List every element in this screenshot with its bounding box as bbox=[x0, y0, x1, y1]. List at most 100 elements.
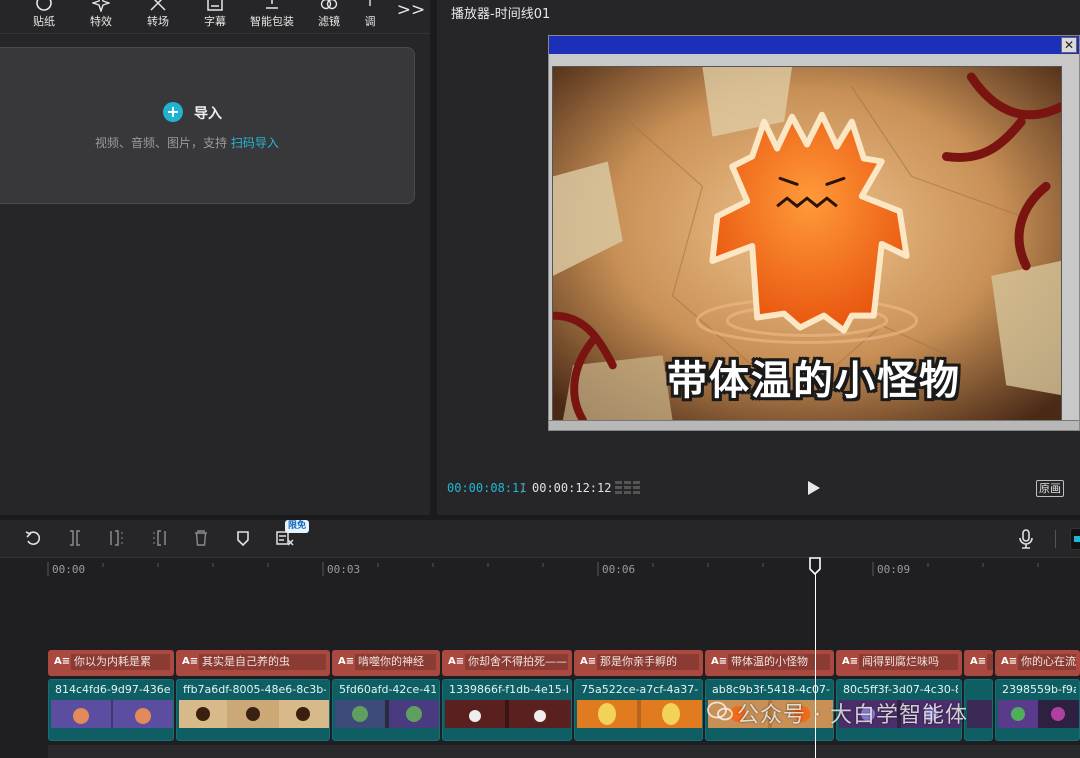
toggle-indicator-icon bbox=[1074, 536, 1080, 542]
video-clip[interactable] bbox=[964, 679, 993, 741]
asset-toolbar: 贴纸 特效 转场 字幕 智能包装 滤镜 调 >> bbox=[0, 0, 430, 34]
video-window-titlebar bbox=[549, 36, 1079, 54]
timeline-scrollbar[interactable] bbox=[48, 745, 1080, 758]
trim-left-icon[interactable] bbox=[109, 530, 125, 546]
tool-sticker[interactable]: 贴纸 bbox=[19, 0, 69, 34]
text-clip-label: 闻得到腐烂味吗 bbox=[859, 654, 958, 670]
text-clip[interactable]: A≡ 闻得到腐烂味吗 bbox=[836, 650, 962, 676]
text-clip-label: 其实是自己养的虫 bbox=[199, 654, 326, 670]
video-preview[interactable]: ✕ 带体温的小怪物 bbox=[548, 35, 1080, 431]
video-clip-thumbnails bbox=[998, 700, 1079, 728]
text-clip-label: 那是你亲手孵的 bbox=[597, 654, 699, 670]
video-clip-thumbnails bbox=[445, 700, 571, 728]
video-clip[interactable]: 2398559b-f9ac-4c0 bbox=[995, 679, 1080, 741]
video-clip-name: ffb7a6df-8005-48e6-8c3b- bbox=[183, 683, 326, 696]
import-hint-text: 视频、音频、图片，支持 bbox=[95, 136, 228, 150]
import-title[interactable]: 导入 bbox=[194, 103, 222, 123]
text-clip-label bbox=[987, 654, 993, 670]
scan-import-link[interactable]: 扫码导入 bbox=[231, 136, 279, 150]
sticker-icon bbox=[36, 0, 52, 11]
timeline-linkage-toggle[interactable] bbox=[1070, 528, 1080, 550]
timeline-ruler[interactable]: 00:00 00:03 00:06 00:09 bbox=[0, 558, 1080, 580]
text-clip-icon: A≡ bbox=[448, 656, 465, 667]
subtitle-icon bbox=[207, 0, 223, 11]
tool-sticker-label: 贴纸 bbox=[33, 15, 55, 28]
tool-smart-package-label: 智能包装 bbox=[250, 15, 294, 28]
free-badge: 限免 bbox=[285, 520, 310, 533]
tool-adjust-label: 调 bbox=[364, 15, 376, 28]
playhead-line[interactable] bbox=[815, 568, 816, 758]
effects-icon bbox=[92, 0, 110, 12]
video-clip-thumbnails bbox=[967, 700, 992, 728]
video-clip-name: 814c4fd6-9d97-436e- bbox=[55, 683, 170, 696]
current-time: 00:00:08:11 bbox=[447, 481, 527, 495]
video-clip-name: 2398559b-f9ac-4c0 bbox=[1002, 683, 1076, 696]
video-clip[interactable]: ffb7a6df-8005-48e6-8c3b- bbox=[176, 679, 330, 741]
import-hint: 视频、音频、图片，支持 扫码导入 bbox=[95, 134, 279, 151]
video-clip-name: 1339866f-f1db-4e15-b bbox=[449, 683, 568, 696]
import-dropzone[interactable]: + 导入 视频、音频、图片，支持 扫码导入 bbox=[0, 47, 415, 204]
undo-icon[interactable] bbox=[25, 530, 41, 546]
video-clip[interactable]: 814c4fd6-9d97-436e- bbox=[48, 679, 174, 741]
waveform-grid-icon[interactable] bbox=[615, 480, 641, 496]
text-clip[interactable]: A≡ bbox=[964, 650, 993, 676]
video-clip-name: 5fd60afd-42ce-41 bbox=[339, 683, 436, 696]
text-clip[interactable]: A≡ 啃噬你的神经 bbox=[332, 650, 440, 676]
play-icon[interactable] bbox=[807, 480, 821, 496]
filter-icon bbox=[320, 0, 338, 10]
ruler-label: 00:03 bbox=[327, 563, 361, 576]
tool-adjust[interactable]: 调 bbox=[355, 0, 385, 34]
text-clip[interactable]: A≡ 你的心在流 bbox=[995, 650, 1080, 676]
video-clip[interactable]: 75a522ce-a7cf-4a37-8 bbox=[574, 679, 703, 741]
tool-effects[interactable]: 特效 bbox=[76, 0, 126, 34]
tool-smart-package[interactable]: 智能包装 bbox=[247, 0, 297, 34]
video-editor: 贴纸 特效 转场 字幕 智能包装 滤镜 调 >> + 导入 视频、音频、图片，支… bbox=[0, 0, 1080, 758]
wechat-icon bbox=[707, 701, 733, 721]
more-tools-button[interactable]: >> bbox=[396, 0, 426, 22]
video-caption: 带体温的小怪物 bbox=[667, 358, 961, 404]
ruler-label: 00:09 bbox=[877, 563, 911, 576]
time-separator: / bbox=[521, 481, 526, 495]
text-clip[interactable]: A≡ 那是你亲手孵的 bbox=[574, 650, 703, 676]
tool-subtitle-label: 字幕 bbox=[204, 15, 226, 28]
split-icon[interactable] bbox=[67, 530, 83, 546]
player-title: 播放器-时间线01 bbox=[451, 7, 551, 22]
toolbar-divider bbox=[1055, 530, 1056, 548]
adjust-icon bbox=[369, 0, 371, 6]
video-clip-name: 75a522ce-a7cf-4a37-8 bbox=[581, 683, 699, 696]
video-clip-name: 80c5ff3f-3d07-4c30-8 bbox=[843, 683, 958, 696]
playhead-handle-icon[interactable] bbox=[808, 557, 822, 575]
ratio-button[interactable]: 原画 bbox=[1036, 480, 1064, 497]
ruler-label: 00:00 bbox=[52, 563, 86, 576]
text-clip-label: 你的心在流 bbox=[1018, 654, 1076, 670]
text-clip-icon: A≡ bbox=[970, 656, 987, 667]
tool-filter-label: 滤镜 bbox=[318, 15, 340, 28]
text-clip-icon: A≡ bbox=[711, 656, 728, 667]
text-clip[interactable]: A≡ 你却舍不得拍死—— bbox=[442, 650, 572, 676]
plus-icon[interactable]: + bbox=[163, 102, 183, 122]
player-panel: 播放器-时间线01 ✕ 带体温的小怪物 00:00:08:11 / 00:00:… bbox=[437, 0, 1080, 515]
trim-right-icon[interactable] bbox=[151, 530, 167, 546]
text-clip-icon: A≡ bbox=[182, 656, 199, 667]
video-clip-thumbnails bbox=[51, 700, 173, 728]
video-clip[interactable]: 1339866f-f1db-4e15-b bbox=[442, 679, 572, 741]
video-clip-name: ab8c9b3f-5418-4c07-8 bbox=[712, 683, 830, 696]
tool-subtitle[interactable]: 字幕 bbox=[190, 0, 240, 34]
text-clip[interactable]: A≡ 其实是自己养的虫 bbox=[176, 650, 330, 676]
tool-transition-label: 转场 bbox=[147, 15, 169, 28]
tool-effects-label: 特效 bbox=[90, 15, 112, 28]
close-icon: ✕ bbox=[1061, 37, 1077, 53]
tool-filter[interactable]: 滤镜 bbox=[304, 0, 354, 34]
text-clip-label: 你以为内耗是累 bbox=[71, 654, 170, 670]
smart-package-icon bbox=[266, 0, 278, 9]
video-clip-thumbnails bbox=[335, 700, 439, 728]
video-window-statusbar bbox=[549, 420, 1079, 430]
text-clip-icon: A≡ bbox=[580, 656, 597, 667]
video-clip[interactable]: 5fd60afd-42ce-41 bbox=[332, 679, 440, 741]
text-clip[interactable]: A≡ 你以为内耗是累 bbox=[48, 650, 174, 676]
microphone-icon[interactable] bbox=[1018, 529, 1034, 549]
marker-icon[interactable] bbox=[235, 530, 251, 546]
delete-icon[interactable] bbox=[193, 530, 209, 546]
text-clip-icon: A≡ bbox=[54, 656, 71, 667]
tool-transition[interactable]: 转场 bbox=[133, 0, 183, 34]
